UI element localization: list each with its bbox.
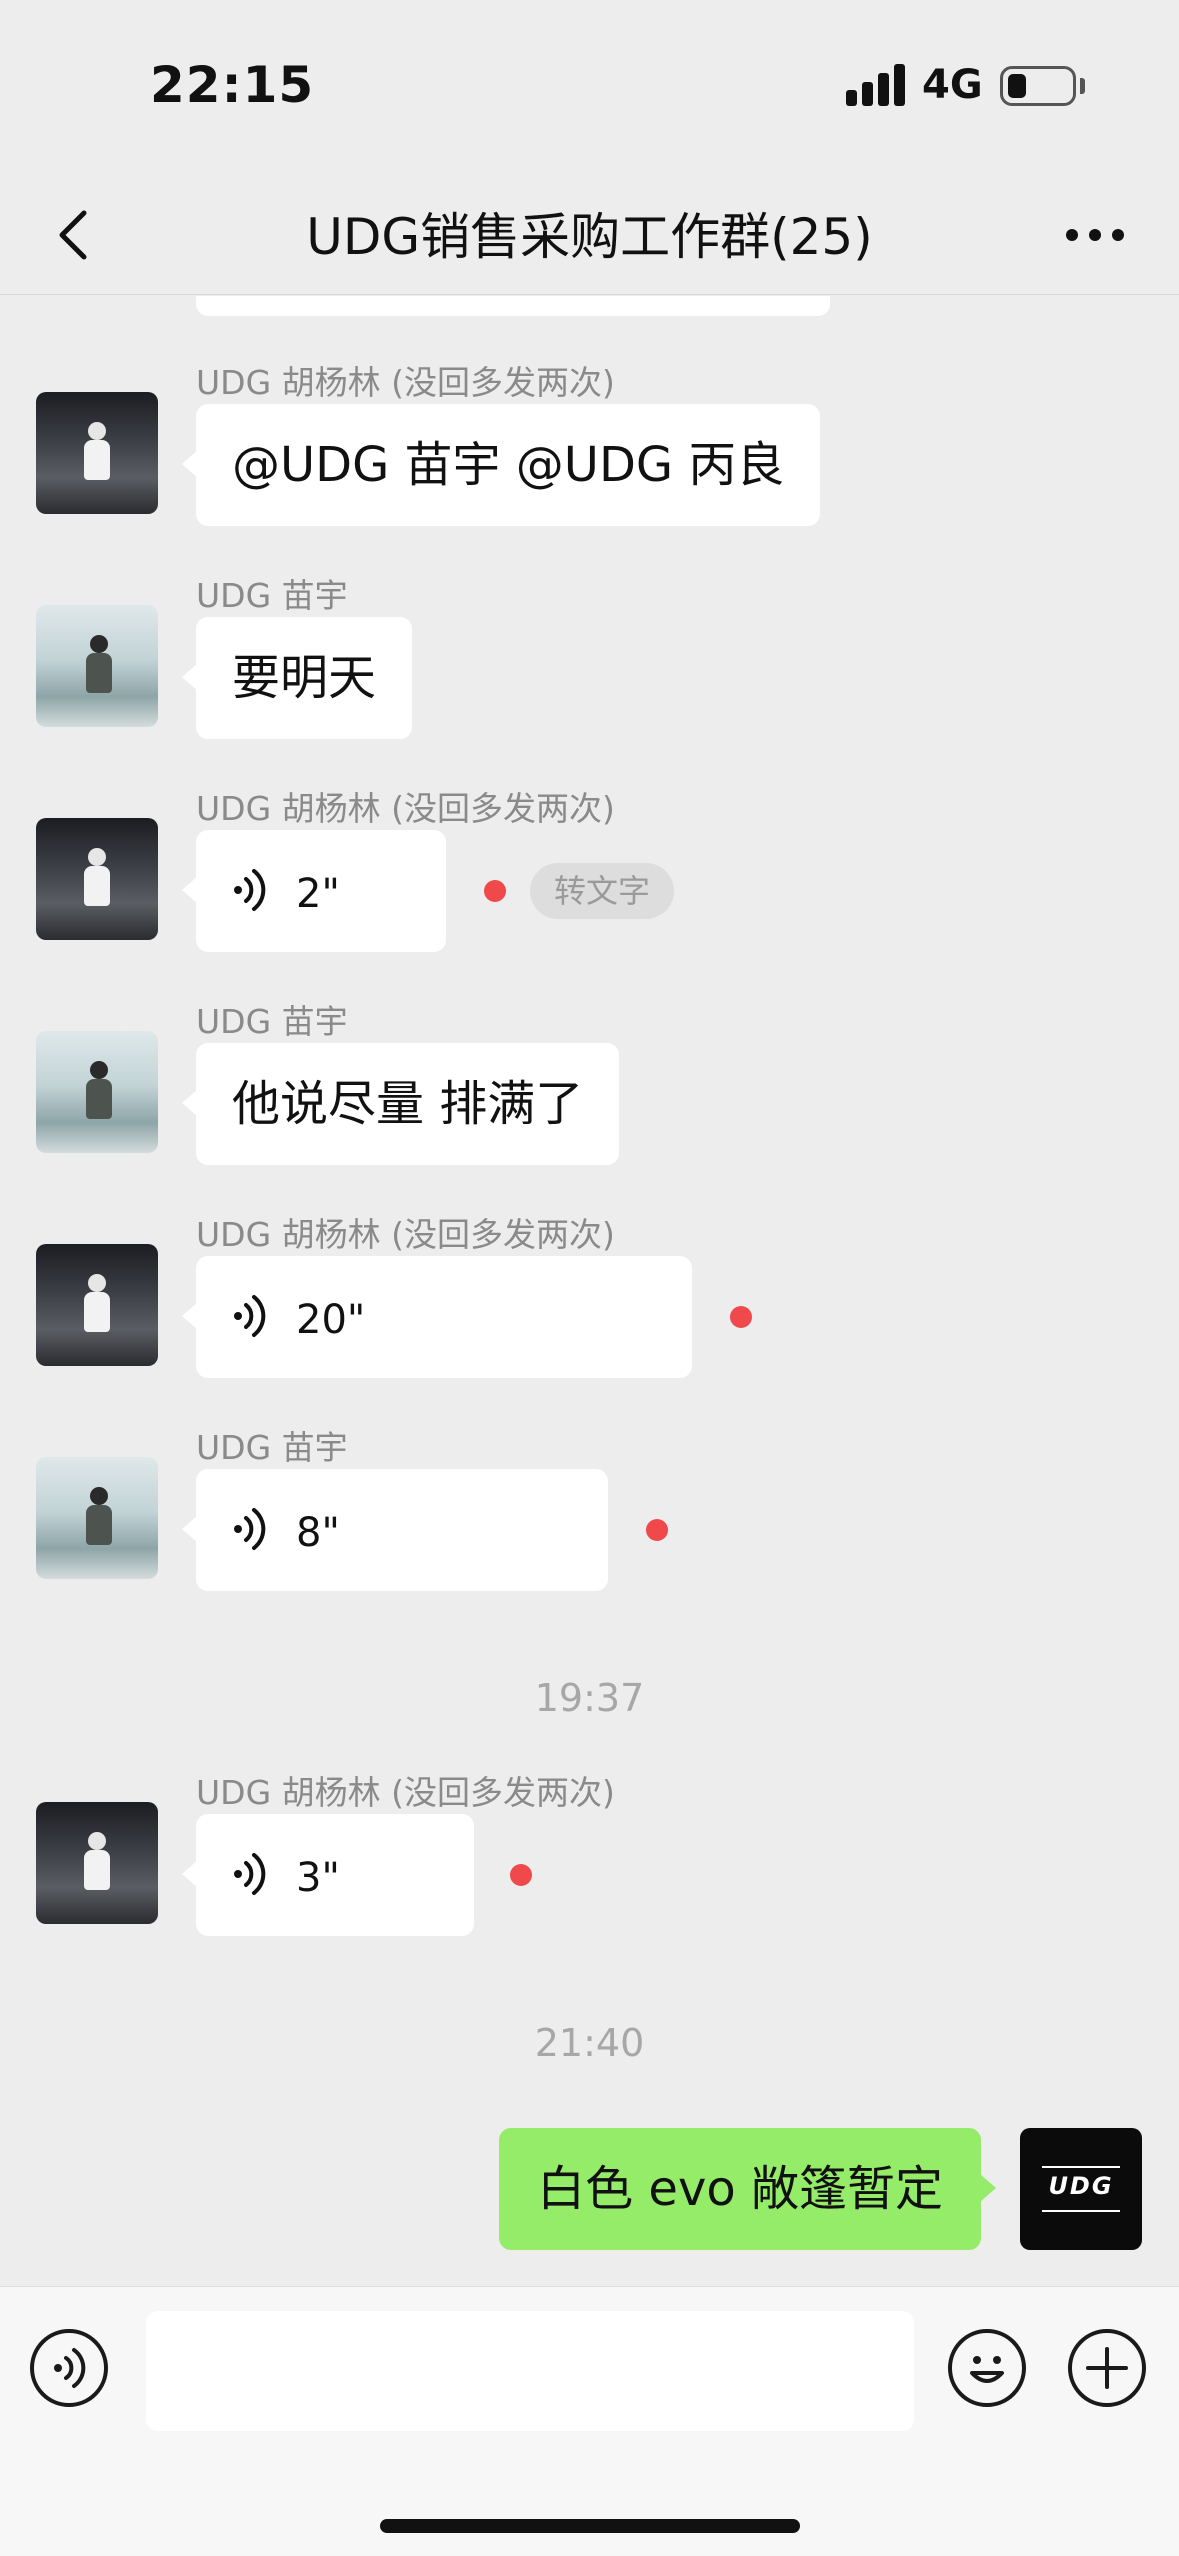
timestamp: 19:37 xyxy=(534,1676,645,1720)
voice-wave-icon xyxy=(234,1853,266,1895)
convert-to-text-button[interactable]: 转文字 xyxy=(530,863,675,919)
nav-bar: UDG销售采购工作群(25) xyxy=(0,175,1179,295)
input-bar xyxy=(0,2286,1179,2556)
home-indicator xyxy=(380,2519,800,2533)
message-bubble[interactable]: @UDG 苗宇 @UDG 丙良 xyxy=(181,404,821,526)
timestamp: 21:40 xyxy=(534,2021,645,2065)
avatar[interactable] xyxy=(36,605,158,727)
message-bubble[interactable]: 他说尽量 排满了 xyxy=(181,1043,620,1165)
my-avatar[interactable]: UDG xyxy=(1020,2128,1142,2250)
message-bubble[interactable]: 要明天 xyxy=(181,617,413,739)
avatar[interactable] xyxy=(36,1031,158,1153)
voice-wave-icon xyxy=(234,1295,266,1337)
chat-title: UDG销售采购工作群(25) xyxy=(306,208,873,266)
avatar[interactable] xyxy=(36,1244,158,1366)
network-label: 4G xyxy=(922,62,983,108)
my-message-row: 白色 evo 敞篷暂定 UDG xyxy=(0,2128,1179,2250)
voice-message-bubble[interactable]: 20" xyxy=(182,1256,692,1378)
plus-icon[interactable] xyxy=(1068,2329,1146,2407)
sender-name: UDG 胡杨林 (没回多发两次) xyxy=(196,1773,615,1812)
unread-dot xyxy=(646,1519,668,1541)
signal-icon xyxy=(846,64,906,106)
sender-name: UDG 苗宇 xyxy=(196,1428,348,1467)
sender-name: UDG 胡杨林 (没回多发两次) xyxy=(196,363,615,402)
status-time: 22:15 xyxy=(150,56,315,114)
unread-dot xyxy=(730,1306,752,1328)
avatar[interactable] xyxy=(36,392,158,514)
emoji-icon[interactable] xyxy=(948,2329,1026,2407)
voice-duration: 3" xyxy=(296,1855,340,1901)
sender-name: UDG 苗宇 xyxy=(196,1002,348,1041)
voice-message-bubble[interactable]: 3" xyxy=(182,1814,474,1936)
sender-name: UDG 胡杨林 (没回多发两次) xyxy=(196,1215,615,1254)
voice-duration: 20" xyxy=(296,1297,366,1343)
battery-tip xyxy=(1080,78,1085,94)
voice-duration: 8" xyxy=(296,1510,340,1556)
status-bar: 22:15 4G xyxy=(0,0,1179,175)
voice-message-bubble[interactable]: 2" xyxy=(182,830,446,952)
message-input[interactable] xyxy=(146,2311,914,2431)
unread-dot xyxy=(510,1864,532,1886)
avatar[interactable] xyxy=(36,1802,158,1924)
partial-message-bubble[interactable] xyxy=(196,296,830,316)
unread-dot xyxy=(484,880,506,902)
chevron-left-icon[interactable] xyxy=(46,205,106,265)
sender-name: UDG 胡杨林 (没回多发两次) xyxy=(196,789,615,828)
my-message-bubble[interactable]: 白色 evo 敞篷暂定 xyxy=(499,2128,996,2250)
voice-wave-icon xyxy=(234,1508,266,1550)
chat-messages[interactable]: UDG 胡杨林 (没回多发两次) @UDG 苗宇 @UDG 丙良 UDG 苗宇 … xyxy=(0,296,1179,2286)
voice-wave-icon xyxy=(234,869,266,911)
voice-mode-icon[interactable] xyxy=(30,2329,108,2407)
avatar[interactable] xyxy=(36,818,158,940)
battery-icon xyxy=(1000,66,1076,106)
more-dots-icon[interactable] xyxy=(1060,215,1130,255)
udg-logo: UDG xyxy=(1048,2172,1114,2200)
voice-duration: 2" xyxy=(296,871,340,917)
sender-name: UDG 苗宇 xyxy=(196,576,348,615)
avatar[interactable] xyxy=(36,1457,158,1579)
voice-message-bubble[interactable]: 8" xyxy=(182,1469,608,1591)
